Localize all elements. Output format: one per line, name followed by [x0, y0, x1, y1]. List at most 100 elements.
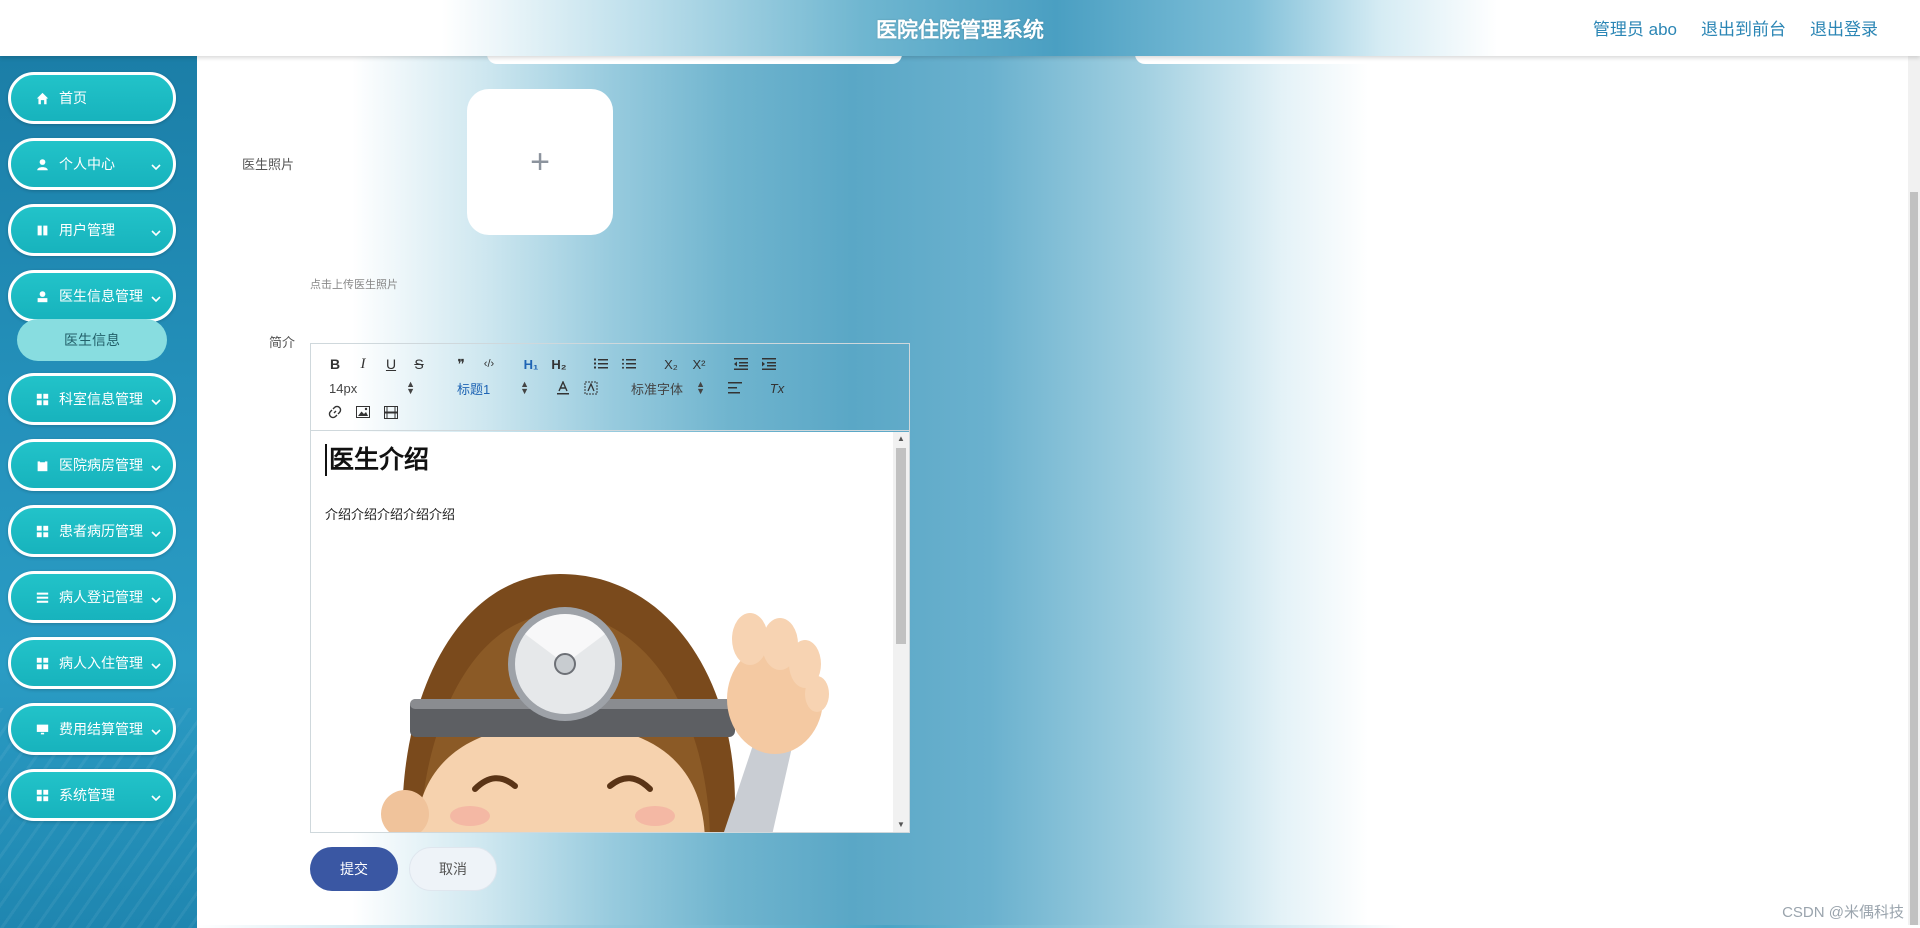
sidebar: 首页 个人中心 用户管理 医生信息管理 医生信息 科室信息管理 医院病房管理 患…	[0, 56, 197, 928]
header-select[interactable]: 标题1 ▲ ▼	[435, 376, 535, 400]
header-1-button[interactable]: H₁	[517, 352, 545, 376]
indent-icon[interactable]	[755, 352, 783, 376]
sidebar-item-label: 患者病历管理	[59, 523, 143, 539]
chevron-down-icon	[151, 460, 161, 472]
back-to-front-link[interactable]: 退出到前台	[1701, 15, 1786, 40]
scroll-down-arrow-icon[interactable]: ▼	[893, 818, 909, 832]
book-icon	[35, 223, 49, 237]
main-scrollbar[interactable]	[1908, 56, 1920, 928]
logout-link[interactable]: 退出登录	[1810, 15, 1878, 40]
font-family-select[interactable]: 标准字体 ▲ ▼	[611, 376, 711, 400]
grid-icon	[35, 656, 49, 670]
watermark: CSDN @米偶科技	[1782, 904, 1904, 921]
submenu-item-doctor-info[interactable]: 医生信息	[17, 319, 167, 361]
user-badge-icon	[35, 289, 49, 303]
strike-button[interactable]: S	[405, 352, 433, 376]
submit-button[interactable]: 提交	[310, 847, 398, 891]
sidebar-item-patient-admission[interactable]: 病人入住管理	[8, 637, 176, 689]
image-icon[interactable]	[349, 400, 377, 424]
rich-text-editor: B I U S ❞ ‹/› H₁ H₂ X₂ X² 14px ▲ ▼ 标题1 ▲…	[310, 343, 910, 833]
sidebar-item-label: 费用结算管理	[59, 721, 143, 737]
align-left-icon[interactable]	[721, 376, 749, 400]
doctor-cartoon-image	[325, 574, 879, 832]
main-content: 医生照片 + 点击上传医生照片 简介 B I U S ❞ ‹/› H₁ H₂ X…	[197, 56, 1920, 928]
grid-icon	[35, 392, 49, 406]
sidebar-item-label: 医院病房管理	[59, 457, 143, 473]
top-links: 管理员 abo 退出到前台 退出登录	[1593, 15, 1878, 40]
sidebar-item-patient-registration[interactable]: 病人登记管理	[8, 571, 176, 623]
sidebar-item-system-management[interactable]: 系统管理	[8, 769, 176, 821]
font-size-value: 14px	[329, 380, 358, 396]
sidebar-item-billing-management[interactable]: 费用结算管理	[8, 703, 176, 755]
clean-format-button[interactable]: Tx	[763, 376, 791, 400]
cancel-button[interactable]: 取消	[409, 847, 497, 891]
superscript-button[interactable]: X²	[685, 352, 713, 376]
sidebar-item-label: 病人登记管理	[59, 589, 143, 605]
grid-icon	[35, 524, 49, 538]
background-color-icon[interactable]	[577, 376, 605, 400]
text-color-icon[interactable]	[549, 376, 577, 400]
previous-field-input-2[interactable]	[1135, 56, 1595, 64]
content-heading: 医生介绍	[325, 444, 881, 476]
chevron-down-icon	[151, 592, 161, 604]
sidebar-item-home[interactable]: 首页	[8, 72, 176, 124]
upload-tip: 点击上传医生照片	[310, 279, 398, 291]
list-icon	[35, 590, 49, 604]
grid-icon	[35, 788, 49, 802]
previous-field-input[interactable]	[487, 56, 902, 64]
subscript-button[interactable]: X₂	[657, 352, 685, 376]
sidebar-item-label: 个人中心	[59, 156, 115, 172]
intro-label: 简介	[269, 335, 296, 350]
blockquote-button[interactable]: ❞	[447, 352, 475, 376]
photo-upload-button[interactable]: +	[467, 89, 613, 235]
sidebar-item-label: 病人入住管理	[59, 655, 143, 671]
chevron-down-icon	[151, 291, 161, 303]
home-icon	[35, 91, 49, 105]
chevron-down-icon	[151, 790, 161, 802]
plus-icon: +	[530, 142, 550, 181]
admin-user-link[interactable]: 管理员 abo	[1593, 15, 1677, 40]
sidebar-item-label: 医生信息管理	[59, 288, 143, 304]
editor-toolbar: B I U S ❞ ‹/› H₁ H₂ X₂ X² 14px ▲ ▼ 标题1 ▲…	[311, 344, 909, 431]
main-scrollbar-thumb[interactable]	[1910, 192, 1918, 928]
sidebar-item-label: 用户管理	[59, 222, 115, 238]
video-icon[interactable]	[377, 400, 405, 424]
select-arrows-icon: ▲ ▼	[520, 379, 529, 396]
link-icon[interactable]	[321, 400, 349, 424]
user-icon	[35, 157, 49, 171]
sidebar-item-user-management[interactable]: 用户管理	[8, 204, 176, 256]
chevron-down-icon	[151, 724, 161, 736]
sidebar-item-label: 首页	[59, 90, 87, 106]
ordered-list-icon[interactable]	[587, 352, 615, 376]
select-arrows-icon: ▲ ▼	[406, 379, 415, 396]
editor-scrollbar-thumb[interactable]	[896, 448, 906, 644]
select-arrows-icon: ▲ ▼	[696, 379, 705, 396]
sidebar-item-doctor-info-management[interactable]: 医生信息管理	[8, 270, 176, 322]
photo-label: 医生照片	[242, 157, 295, 172]
sidebar-item-department-management[interactable]: 科室信息管理	[8, 373, 176, 425]
underline-button[interactable]: U	[377, 352, 405, 376]
chevron-down-icon	[151, 225, 161, 237]
italic-button[interactable]: I	[349, 352, 377, 376]
chevron-down-icon	[151, 394, 161, 406]
chevron-down-icon	[151, 658, 161, 670]
chevron-down-icon	[151, 526, 161, 538]
code-block-button[interactable]: ‹/›	[475, 352, 503, 376]
editor-scrollbar[interactable]: ▲ ▼	[893, 432, 909, 832]
clipboard-icon	[35, 458, 49, 472]
bullet-list-icon[interactable]	[615, 352, 643, 376]
header-2-button[interactable]: H₂	[545, 352, 573, 376]
sidebar-item-label: 科室信息管理	[59, 391, 143, 407]
sidebar-item-personal-center[interactable]: 个人中心	[8, 138, 176, 190]
sidebar-item-medical-record-management[interactable]: 患者病历管理	[8, 505, 176, 557]
font-size-select[interactable]: 14px ▲ ▼	[321, 376, 421, 400]
bold-button[interactable]: B	[321, 352, 349, 376]
content-paragraph: 介绍介绍介绍介绍介绍	[325, 507, 456, 522]
header-select-value: 标题1	[457, 381, 491, 397]
top-bar: 医院住院管理系统 管理员 abo 退出到前台 退出登录	[0, 0, 1920, 56]
chevron-down-icon	[151, 159, 161, 171]
scroll-up-arrow-icon[interactable]: ▲	[893, 432, 909, 446]
outdent-icon[interactable]	[727, 352, 755, 376]
editor-content-area[interactable]: 医生介绍 介绍介绍介绍介绍介绍	[311, 432, 895, 832]
sidebar-item-ward-management[interactable]: 医院病房管理	[8, 439, 176, 491]
